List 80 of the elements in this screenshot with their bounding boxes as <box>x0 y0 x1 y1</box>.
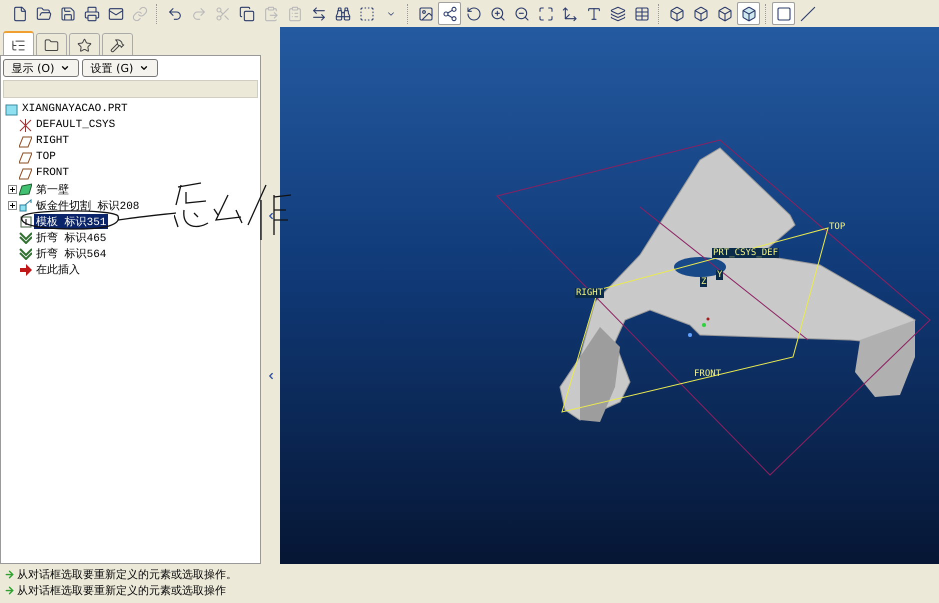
tree-item[interactable]: RIGHT <box>34 135 72 147</box>
panel-tab[interactable] <box>3 31 34 57</box>
tree-item[interactable]: DEFAULT_CSYS <box>34 119 118 131</box>
tree-item[interactable]: TOP <box>34 151 58 163</box>
toolbar-button[interactable] <box>772 2 795 25</box>
cut-feature-icon <box>19 198 32 212</box>
picture-icon <box>418 6 434 22</box>
panel-tab[interactable] <box>36 33 67 57</box>
arrow-icon <box>4 569 15 580</box>
save-icon <box>60 6 76 22</box>
plane-icon <box>776 6 792 22</box>
status-message: 从对话框选取要重新定义的元素或选取操作 <box>17 583 226 598</box>
datum-label: PRT_CSYS_DEF <box>712 248 780 258</box>
tree-item[interactable]: 钣金件切割 标识208 <box>34 198 142 212</box>
dropdown-button[interactable]: 设置 (G) <box>82 59 158 77</box>
dashed-box-icon <box>358 6 374 22</box>
clipboard-list-icon <box>286 6 302 22</box>
panel-tab[interactable] <box>69 33 100 57</box>
panel-tab[interactable] <box>102 33 133 57</box>
arrow-icon <box>4 585 15 596</box>
text-icon <box>586 6 602 22</box>
printer-icon <box>84 6 100 22</box>
toolbar-button[interactable] <box>438 2 461 25</box>
link-icon <box>132 6 148 22</box>
folder-icon <box>36 6 52 22</box>
model-viewport[interactable]: TOP PRT_CSYS_DEF Z Y RIGHT FRONT <box>280 27 939 564</box>
tree-item[interactable]: 折弯 标识564 <box>34 246 108 260</box>
binoculars-icon <box>334 6 350 22</box>
arrows-icon <box>310 6 326 22</box>
cube-icon <box>740 6 756 22</box>
datum-label: Z <box>700 277 708 287</box>
zoom-in-icon <box>490 6 506 22</box>
bend-feature-icon <box>19 230 32 244</box>
csys-feature-icon <box>19 118 32 132</box>
datum-label: FRONT <box>693 369 722 379</box>
hammer-icon <box>110 38 125 53</box>
caret-icon <box>139 63 150 73</box>
zoom-out-icon <box>514 6 530 22</box>
wall-feature-icon <box>19 182 32 196</box>
plane-feature-icon <box>19 166 32 180</box>
toolbar-button[interactable] <box>737 2 760 25</box>
table-icon <box>634 6 650 22</box>
folders-icon <box>44 38 59 53</box>
axis-icon <box>800 6 816 22</box>
nodes-icon <box>442 6 458 22</box>
cube-icon <box>716 6 732 22</box>
envelope-icon <box>108 6 124 22</box>
caret-icon <box>60 63 70 73</box>
copy-icon <box>238 6 254 22</box>
datum-label: TOP <box>828 222 846 232</box>
plane-feature-icon <box>19 134 32 148</box>
scissors-icon <box>214 6 230 22</box>
tree-item[interactable]: 折弯 标识465 <box>34 230 108 244</box>
datum-label: RIGHT <box>575 288 604 298</box>
tree-item[interactable]: 模板 标识351 <box>34 214 108 228</box>
clipboard-icon <box>262 6 278 22</box>
expand-toggle[interactable] <box>8 200 17 210</box>
plane-feature-icon <box>19 150 32 164</box>
datum-label: Y <box>716 270 724 280</box>
cube-arrows-icon <box>562 6 578 22</box>
tree-item[interactable]: FRONT <box>34 167 72 179</box>
cube-icon <box>668 6 684 22</box>
tree-icon <box>11 38 26 52</box>
undo-icon <box>166 6 182 22</box>
fit-icon <box>538 6 554 22</box>
tree-item[interactable]: 第一壁 <box>34 182 71 196</box>
expand-toggle[interactable] <box>8 184 17 194</box>
root-feature-icon <box>5 102 18 116</box>
insert-feature-icon <box>19 262 32 276</box>
layers-icon <box>610 6 626 22</box>
tree-item[interactable]: 在此插入 <box>34 262 82 276</box>
star-folder-icon <box>77 38 92 53</box>
status-message: 从对话框选取要重新定义的元素或选取操作。 <box>17 567 237 582</box>
new-file-icon <box>12 6 28 22</box>
tree-item[interactable]: XIANGNAYACAO.PRT <box>20 103 130 115</box>
redo-icon <box>190 6 206 22</box>
bend-feature-icon <box>19 246 32 260</box>
dropdown-button[interactable]: 显示 (O) <box>3 59 79 77</box>
cube-icon <box>692 6 708 22</box>
rotate-icon <box>466 6 482 22</box>
